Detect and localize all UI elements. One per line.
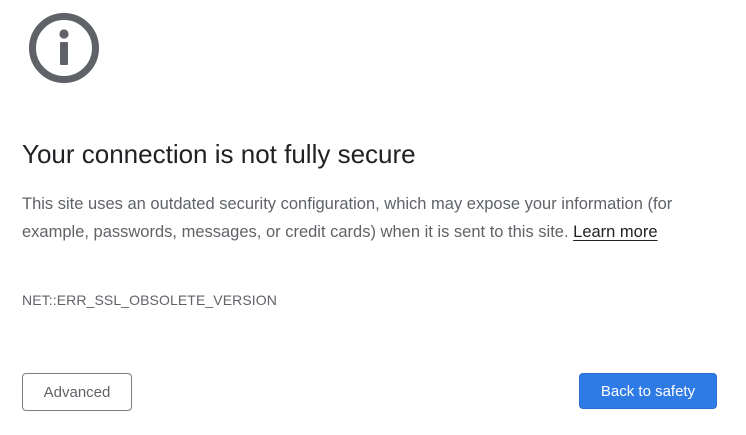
page-title: Your connection is not fully secure	[22, 139, 416, 169]
learn-more-link[interactable]: Learn more	[573, 223, 657, 241]
advanced-button[interactable]: Advanced	[22, 373, 132, 411]
info-circle-icon	[28, 12, 100, 84]
error-code: NET::ERR_SSL_OBSOLETE_VERSION	[22, 292, 277, 308]
back-to-safety-button[interactable]: Back to safety	[579, 373, 717, 409]
warning-description: This site uses an outdated security conf…	[22, 190, 712, 246]
interstitial-page: Your connection is not fully secure This…	[0, 0, 746, 435]
